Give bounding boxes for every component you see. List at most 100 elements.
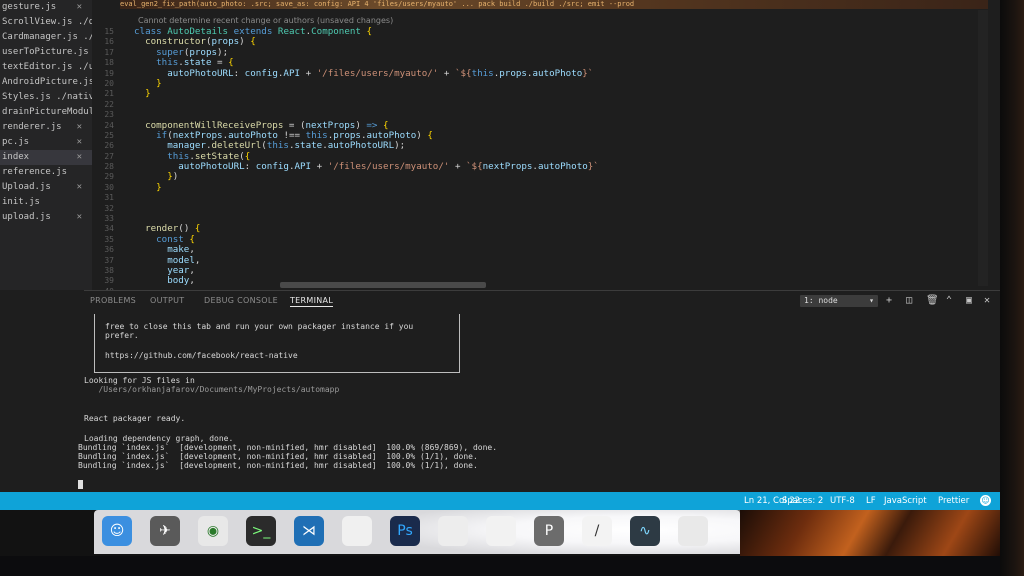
- chevron-up-icon[interactable]: ⌃: [946, 295, 952, 307]
- line-number: 19: [104, 68, 114, 78]
- bundle-line: Bundling `index.js` [development, non-mi…: [78, 443, 498, 452]
- close-icon[interactable]: ✕: [77, 150, 82, 165]
- trash-icon[interactable]: 🗑: [926, 295, 939, 307]
- line-number: 28: [104, 162, 114, 172]
- photoshop-icon[interactable]: Ps: [390, 516, 420, 546]
- open-editor-item[interactable]: Upload.js ✕: [0, 180, 92, 195]
- app-11-icon[interactable]: /: [582, 516, 612, 546]
- terminal-output[interactable]: free to close this tab and run your own …: [78, 310, 1000, 492]
- maximize-icon[interactable]: ▣: [966, 295, 972, 307]
- open-editor-label: drainPictureModule.js: [2, 107, 92, 117]
- chrome-icon[interactable]: ◉: [198, 516, 228, 546]
- open-editor-label: userToPicture.js ./native: [2, 47, 92, 57]
- tab-output[interactable]: OUTPUT: [150, 296, 184, 305]
- close-icon[interactable]: ✕: [77, 210, 82, 225]
- open-editor-label: index: [2, 152, 30, 162]
- open-editor-item[interactable]: Cardmanager.js ./sidebar: [0, 30, 92, 45]
- open-editor-item[interactable]: drainPictureModule.js: [0, 105, 92, 120]
- notice-line: free to close this tab and run your own …: [105, 322, 414, 331]
- project-path: /Users/orkhanjafarov/Documents/MyProject…: [84, 385, 340, 394]
- vertical-scrollbar[interactable]: [978, 10, 988, 286]
- bundle-line: Bundling `index.js` [development, non-mi…: [78, 461, 478, 470]
- open-editor-label: renderer.js: [2, 122, 62, 132]
- open-editor-item[interactable]: index ✕: [0, 150, 92, 165]
- horizontal-scrollbar[interactable]: [280, 282, 486, 288]
- monitor-bezel: [1000, 0, 1024, 576]
- status-language[interactable]: JavaScript: [884, 496, 927, 506]
- line-number: 24: [104, 120, 114, 130]
- terminal-select-value: 1: node: [804, 296, 838, 305]
- line-number: 15: [104, 27, 114, 36]
- editor-window: gesture.js ✕ ScrollView.js ./dev Cardmanage…: [0, 0, 1000, 510]
- open-editor-label: Upload.js: [2, 182, 51, 192]
- looking-line: Looking for JS files in: [84, 376, 195, 385]
- line-number: 20: [104, 78, 114, 88]
- close-icon[interactable]: ✕: [984, 295, 990, 307]
- open-editor-item[interactable]: gesture.js ✕: [0, 0, 92, 15]
- tab-problems[interactable]: PROBLEMS: [90, 296, 136, 305]
- app-13-icon[interactable]: [678, 516, 708, 546]
- tab-debug-console[interactable]: DEBUG CONSOLE: [204, 296, 278, 305]
- line-number: 27: [104, 151, 114, 161]
- line-number: 17: [104, 47, 114, 57]
- terminal-instance-select[interactable]: 1: node ▾: [800, 295, 878, 307]
- app-9-icon[interactable]: [486, 516, 516, 546]
- macos-dock: ☺ ✈ ◉ >_ ⋊ Ps P / ∿: [94, 510, 840, 554]
- bundle-line: Bundling `index.js` [development, non-mi…: [78, 452, 478, 461]
- open-editors-list: gesture.js ✕ ScrollView.js ./dev Cardmanage…: [0, 0, 92, 225]
- open-editor-item[interactable]: pc.js ✕: [0, 135, 92, 150]
- close-icon[interactable]: ✕: [77, 180, 82, 195]
- open-editor-item[interactable]: textEditor.js ./unsaved: [0, 60, 92, 75]
- blank-app-icon[interactable]: [342, 516, 372, 546]
- line-number: 39: [104, 276, 114, 286]
- status-eol[interactable]: LF: [866, 496, 876, 506]
- finder-icon[interactable]: ☺: [102, 516, 132, 546]
- packager-notice-box: free to close this tab and run your own …: [94, 314, 460, 373]
- highlighted-line: eval_gen2_fix_path(auto_photo: .src; sav…: [120, 0, 988, 9]
- line-number: 25: [104, 130, 114, 140]
- terminal-icon[interactable]: >_: [246, 516, 276, 546]
- open-editor-item[interactable]: userToPicture.js ./native: [0, 45, 92, 60]
- line-number: 23: [104, 110, 114, 120]
- vscode-icon[interactable]: ⋊: [294, 516, 324, 546]
- split-icon[interactable]: ◫: [906, 295, 912, 307]
- open-editor-label: init.js: [2, 197, 40, 207]
- open-editor-item[interactable]: Styles.js ./native: [0, 90, 92, 105]
- close-icon[interactable]: ✕: [77, 0, 82, 15]
- panel-tab-bar: PROBLEMS OUTPUT DEBUG CONSOLE TERMINAL 1…: [84, 290, 1000, 311]
- plus-icon[interactable]: +: [886, 295, 892, 307]
- status-bar: Ln 21, Col 22 Spaces: 2 UTF-8 LF JavaScr…: [0, 492, 1000, 510]
- postman-icon[interactable]: P: [534, 516, 564, 546]
- line-number: 22: [104, 99, 114, 109]
- line-number: 16: [104, 37, 114, 47]
- app-8-icon[interactable]: [438, 516, 468, 546]
- open-editor-label: pc.js: [2, 137, 30, 147]
- feedback-smiley-icon[interactable]: ☺: [980, 495, 991, 506]
- notice-line: prefer.: [105, 331, 139, 340]
- line-number: 36: [104, 245, 114, 255]
- status-spaces[interactable]: Spaces: 2: [782, 496, 823, 506]
- close-icon[interactable]: ✕: [77, 120, 82, 135]
- code-content: class AutoDetails extends React.Componen…: [134, 26, 599, 287]
- status-formatter[interactable]: Prettier: [938, 496, 969, 506]
- open-editor-item[interactable]: reference.js: [0, 165, 92, 180]
- open-editor-item[interactable]: upload.js ✕: [0, 210, 92, 225]
- line-number: 31: [104, 193, 114, 203]
- open-editor-item[interactable]: AndroidPicture.js ./dev: [0, 75, 92, 90]
- code-editor[interactable]: eval_gen2_fix_path(auto_photo: .src; sav…: [120, 0, 988, 290]
- open-editor-label: upload.js: [2, 212, 51, 222]
- line-number: 33: [104, 214, 114, 224]
- open-editor-item[interactable]: renderer.js ✕: [0, 120, 92, 135]
- status-encoding[interactable]: UTF-8: [830, 496, 855, 506]
- line-number: 37: [104, 255, 114, 265]
- tab-terminal[interactable]: TERMINAL: [290, 296, 334, 307]
- launchpad-icon[interactable]: ✈: [150, 516, 180, 546]
- line-number: 34: [104, 224, 114, 234]
- close-icon[interactable]: ✕: [77, 135, 82, 150]
- open-editor-item[interactable]: init.js: [0, 195, 92, 210]
- open-editor-label: AndroidPicture.js ./dev: [2, 77, 92, 87]
- activity-monitor-icon[interactable]: ∿: [630, 516, 660, 546]
- open-editor-item[interactable]: ScrollView.js ./dev: [0, 15, 92, 30]
- line-number: 26: [104, 141, 114, 151]
- line-number: 29: [104, 172, 114, 182]
